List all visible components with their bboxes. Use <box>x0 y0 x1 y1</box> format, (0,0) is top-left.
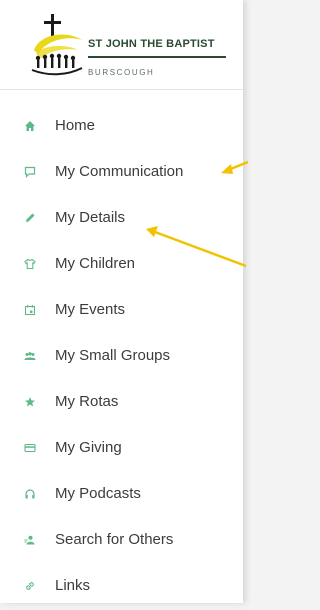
menu-item-links[interactable]: Links <box>0 564 243 610</box>
headphones-icon <box>23 487 37 501</box>
menu-item-label: My Communication <box>55 163 184 180</box>
menu-item-label: My Events <box>55 301 126 318</box>
shirt-icon <box>23 257 37 271</box>
link-icon <box>23 579 37 593</box>
church-name: ST JOHN THE BAPTIST <box>88 38 215 50</box>
menu-item-my-events[interactable]: My Events <box>0 288 243 334</box>
church-town: BURSCOUGH <box>88 68 155 77</box>
church-logo-block[interactable]: ST JOHN THE BAPTIST BURSCOUGH <box>26 10 241 90</box>
menu-item-home[interactable]: Home <box>0 104 243 150</box>
pencil-icon <box>23 211 37 225</box>
person-search-icon <box>23 533 37 547</box>
sidebar-menu: Home My Communication My Details My Chil… <box>0 104 243 610</box>
menu-item-label: My Children <box>55 255 136 272</box>
menu-item-my-giving[interactable]: My Giving <box>0 426 243 472</box>
menu-item-label: My Details <box>55 209 126 226</box>
menu-item-label: My Rotas <box>55 393 119 410</box>
home-icon <box>23 119 37 133</box>
menu-item-my-small-groups[interactable]: My Small Groups <box>0 334 243 380</box>
church-logo-icon <box>31 14 83 76</box>
card-icon <box>23 441 37 455</box>
menu-item-label: My Small Groups <box>55 347 171 364</box>
church-name-divider <box>88 56 226 58</box>
star-icon <box>23 395 37 409</box>
menu-item-label: Home <box>55 117 96 134</box>
menu-item-label: My Giving <box>55 439 122 456</box>
menu-item-label: My Podcasts <box>55 485 141 502</box>
menu-item-search-for-others[interactable]: Search for Others <box>0 518 243 564</box>
menu-item-my-rotas[interactable]: My Rotas <box>0 380 243 426</box>
sidebar-panel: ST JOHN THE BAPTIST BURSCOUGH Home My Co… <box>0 0 243 603</box>
menu-item-my-podcasts[interactable]: My Podcasts <box>0 472 243 518</box>
menu-item-my-children[interactable]: My Children <box>0 242 243 288</box>
menu-item-my-details[interactable]: My Details <box>0 196 243 242</box>
menu-item-label: Links <box>55 577 91 594</box>
menu-item-my-communication[interactable]: My Communication <box>0 150 243 196</box>
group-icon <box>23 349 37 363</box>
chat-icon <box>23 165 37 179</box>
header-divider <box>0 89 243 90</box>
menu-item-label: Search for Others <box>55 531 174 548</box>
calendar-icon <box>23 303 37 317</box>
